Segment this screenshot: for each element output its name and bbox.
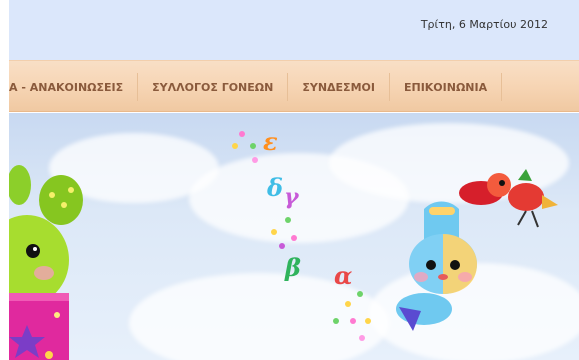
letter-gamma: γ [284, 184, 299, 210]
letter-beta: β [285, 253, 301, 282]
sparkle [250, 143, 256, 149]
sparkle [252, 157, 258, 163]
sparkle [271, 229, 277, 235]
current-date: Τρίτη, 6 Μαρτίου 2012 [420, 18, 548, 31]
main-nav: Α - ΑΝΑΚΟΙΝΩΣΕΙΣ ΣΥΛΛΟΓΟΣ ΓΟΝΕΩΝ ΣΥΝΔΕΣΜ… [9, 60, 579, 112]
letter-alpha: α [334, 261, 353, 290]
header-banner: ε δ γ β α [9, 113, 579, 360]
sparkle [279, 243, 285, 249]
sparkle [239, 131, 245, 137]
nav-item-links[interactable]: ΣΥΝΔΕΣΜΟΙ [288, 73, 390, 101]
sparkle [365, 318, 371, 324]
letter-delta: δ [267, 173, 284, 202]
sparkle [359, 335, 365, 341]
red-bird-illustration [459, 169, 558, 228]
nav-menu: Α - ΑΝΑΚΟΙΝΩΣΕΙΣ ΣΥΛΛΟΓΟΣ ΓΟΝΕΩΝ ΣΥΝΔΕΣΜ… [9, 73, 503, 101]
top-bar: Τρίτη, 6 Μαρτίου 2012 [9, 0, 579, 60]
nav-item-announcements[interactable]: Α - ΑΝΑΚΟΙΝΩΣΕΙΣ [9, 73, 139, 101]
sparkle [350, 318, 356, 324]
letter-epsilon: ε [263, 127, 278, 156]
sparkle [345, 301, 351, 307]
sparkle [232, 143, 238, 149]
sparkle [357, 291, 363, 297]
sparkle [333, 318, 339, 324]
sparkle [285, 217, 291, 223]
nav-item-parents-association[interactable]: ΣΥΛΛΟΓΟΣ ΓΟΝΕΩΝ [138, 73, 289, 101]
sparkle [291, 235, 297, 241]
green-creature-illustration [9, 165, 83, 360]
nav-item-contact[interactable]: ΕΠΙΚΟΙΝΩΝΙΑ [390, 73, 503, 101]
